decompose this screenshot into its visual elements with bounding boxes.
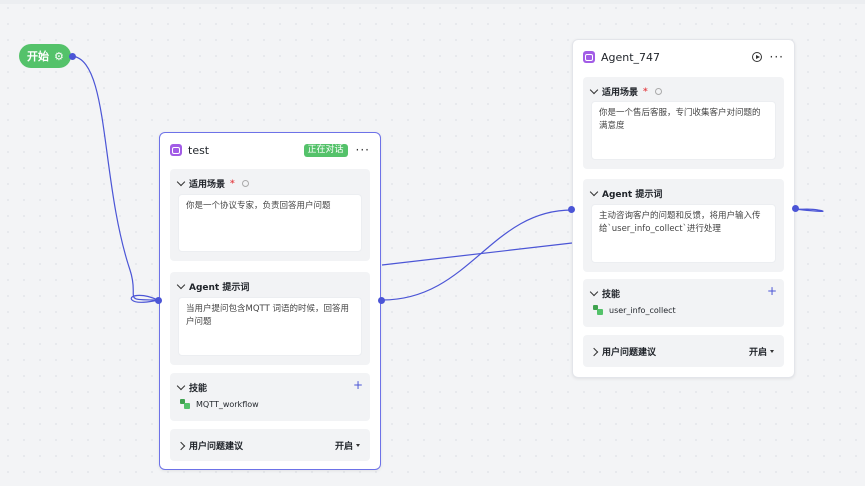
- agent-node-agent747[interactable]: Agent_747 ··· 适用场景 * 你是一个售后客服，专门收集客户对问题的满…: [572, 39, 795, 378]
- info-icon[interactable]: [241, 180, 249, 187]
- caret-down-icon: [356, 444, 361, 447]
- suggestion-value: 开启: [749, 348, 768, 358]
- skill-name: MQTT_workflow: [196, 399, 259, 409]
- suggestion-value: 开启: [335, 442, 354, 452]
- play-icon[interactable]: [751, 52, 762, 62]
- workflow-icon: [180, 399, 190, 409]
- agent-icon: [583, 51, 595, 63]
- chevron-down-icon[interactable]: [589, 187, 599, 197]
- skills-section: 技能 + MQTT_workflow: [170, 373, 370, 421]
- prompt-section: Agent 提示词 主动咨询客户的问题和反馈，将用户输入传给`user_info…: [583, 179, 784, 272]
- skills-label: 技能: [189, 384, 208, 394]
- node-title: Agent_747: [601, 50, 661, 64]
- suggestion-select[interactable]: 开启: [335, 439, 361, 452]
- info-icon[interactable]: [654, 88, 662, 95]
- node-title: test: [188, 143, 210, 157]
- start-output-port[interactable]: [69, 53, 76, 60]
- more-icon[interactable]: ···: [770, 51, 784, 63]
- skills-label: 技能: [602, 290, 621, 300]
- required-mark: *: [230, 178, 235, 189]
- suggestion-section: 用户问题建议 开启: [170, 429, 370, 461]
- node-header: Agent_747 ···: [573, 40, 794, 74]
- suggestion-section: 用户问题建议 开启: [583, 335, 784, 367]
- more-icon[interactable]: ···: [356, 144, 370, 156]
- agent747-output-port[interactable]: [792, 205, 799, 212]
- skill-item[interactable]: user_info_collect: [593, 305, 676, 315]
- prompt-section: Agent 提示词 当用户提问包含MQTT 词语的时候，回答用户问题: [170, 272, 370, 365]
- required-mark: *: [643, 86, 648, 97]
- prompt-input[interactable]: 主动咨询客户的问题和反馈，将用户输入传给`user_info_collect`进…: [591, 204, 776, 263]
- workflow-icon: [593, 305, 603, 315]
- gear-icon[interactable]: ⚙: [54, 50, 64, 63]
- suggestion-select[interactable]: 开启: [749, 345, 775, 358]
- scenario-section: 适用场景 * 你是一个售后客服，专门收集客户对问题的满意度: [583, 77, 784, 169]
- agent-icon: [170, 144, 182, 156]
- prompt-input[interactable]: 当用户提问包含MQTT 词语的时候，回答用户问题: [178, 297, 362, 356]
- status-badge: 正在对话: [303, 143, 348, 157]
- agent747-input-port[interactable]: [568, 206, 575, 213]
- add-skill-button[interactable]: +: [767, 285, 777, 297]
- start-node[interactable]: 开始 ⚙: [19, 44, 71, 68]
- prompt-label: Agent 提示词: [602, 190, 663, 200]
- scenario-section: 适用场景 * 你是一个协议专家，负责回答用户问题: [170, 169, 370, 261]
- scenario-input[interactable]: 你是一个售后客服，专门收集客户对问题的满意度: [591, 101, 776, 160]
- add-skill-button[interactable]: +: [353, 379, 363, 391]
- start-label: 开始: [27, 50, 49, 63]
- chevron-down-icon[interactable]: [589, 85, 599, 95]
- agent-node-test[interactable]: test 正在对话 ··· 适用场景 * 你是一个协议专家，负责回答用户问题 Ag…: [159, 132, 381, 470]
- skill-name: user_info_collect: [609, 305, 676, 315]
- suggestion-label: 用户问题建议: [189, 442, 244, 452]
- test-output-port[interactable]: [378, 297, 385, 304]
- chevron-down-icon[interactable]: [589, 287, 599, 297]
- chevron-down-icon[interactable]: [176, 381, 186, 391]
- caret-down-icon: [770, 350, 775, 353]
- prompt-label: Agent 提示词: [189, 283, 250, 293]
- skills-section: 技能 + user_info_collect: [583, 279, 784, 327]
- test-input-port[interactable]: [155, 297, 162, 304]
- scenario-label: 适用场景: [189, 180, 226, 190]
- node-header: test 正在对话 ···: [160, 133, 380, 167]
- top-divider: [0, 0, 865, 4]
- chevron-down-icon[interactable]: [176, 280, 186, 290]
- scenario-input[interactable]: 你是一个协议专家，负责回答用户问题: [178, 194, 362, 252]
- chevron-right-icon[interactable]: [176, 441, 186, 450]
- chevron-down-icon[interactable]: [176, 177, 186, 187]
- chevron-right-icon[interactable]: [589, 347, 599, 356]
- scenario-label: 适用场景: [602, 88, 639, 98]
- suggestion-label: 用户问题建议: [602, 348, 657, 358]
- skill-item[interactable]: MQTT_workflow: [180, 399, 259, 409]
